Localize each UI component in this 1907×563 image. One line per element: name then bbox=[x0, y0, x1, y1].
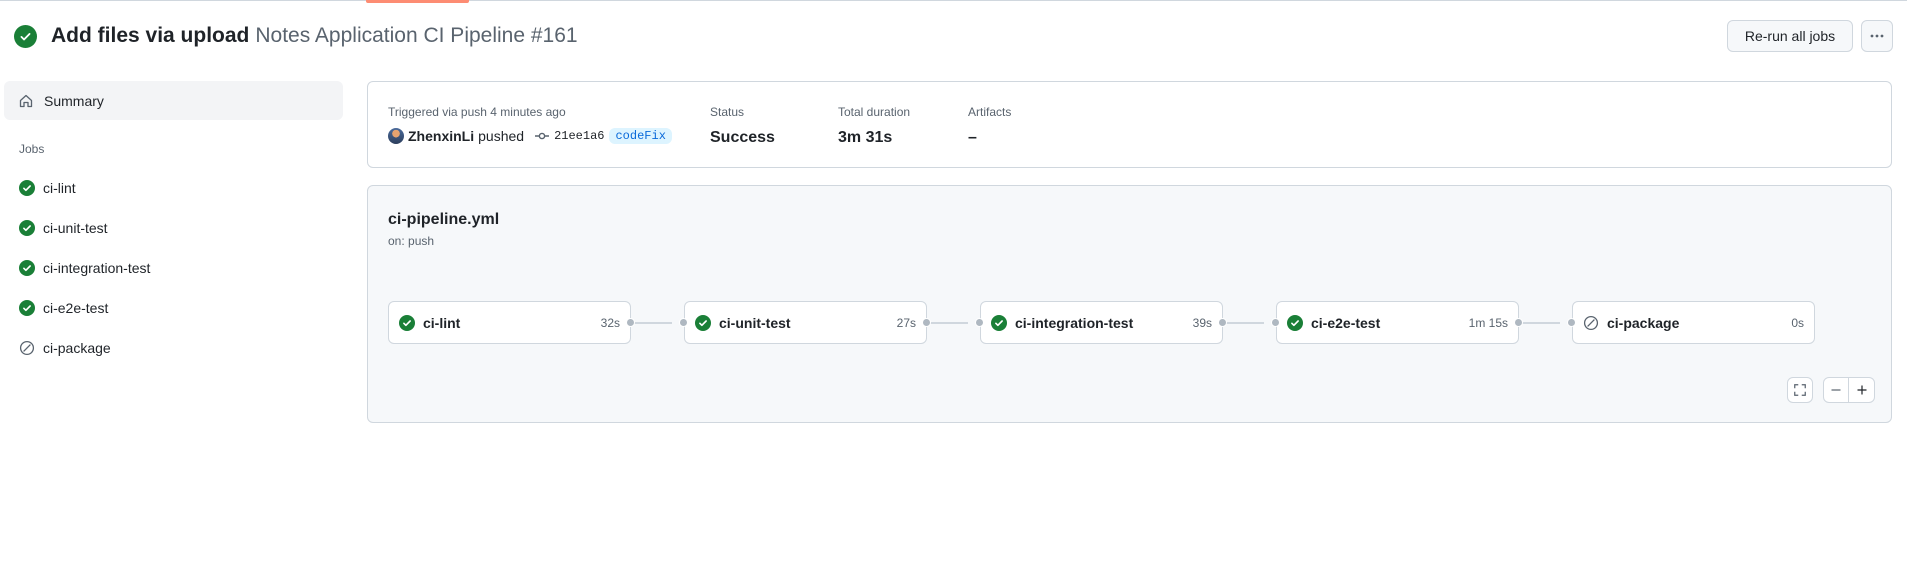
check-circle-icon bbox=[19, 300, 35, 316]
home-icon bbox=[19, 94, 33, 107]
workflow-trigger: on: push bbox=[388, 234, 435, 248]
artifacts-label: Artifacts bbox=[968, 105, 1012, 119]
connector-dot bbox=[975, 318, 984, 327]
node-label: ci-package bbox=[1607, 314, 1680, 331]
graph-zoom-controls bbox=[1787, 377, 1875, 403]
branch-badge[interactable]: codeFix bbox=[609, 128, 672, 144]
rerun-all-jobs-button[interactable]: Re-run all jobs bbox=[1727, 20, 1853, 52]
connector-dot bbox=[1218, 318, 1227, 327]
check-circle-icon bbox=[695, 314, 711, 331]
check-circle-icon bbox=[399, 314, 415, 331]
minus-icon bbox=[1831, 389, 1841, 391]
connector-dot bbox=[679, 318, 688, 327]
zoom-button-group bbox=[1823, 377, 1875, 403]
zoom-out-button[interactable] bbox=[1823, 377, 1849, 403]
check-circle-icon bbox=[991, 314, 1007, 331]
run-title: Add files via upload bbox=[51, 24, 250, 47]
workflow-file-name[interactable]: ci-pipeline.yml bbox=[388, 211, 499, 229]
node-duration: 0s bbox=[1791, 315, 1804, 330]
action-text: pushed bbox=[478, 128, 525, 144]
connector-dot bbox=[1567, 318, 1576, 327]
sidebar-item-label: Summary bbox=[44, 92, 104, 109]
run-header: Add files via upload Notes Application C… bbox=[14, 20, 1893, 52]
job-label: ci-lint bbox=[43, 180, 76, 196]
check-circle-icon bbox=[19, 260, 35, 276]
job-list: ci-lint ci-unit-test ci-integration-test… bbox=[4, 168, 343, 368]
check-circle-icon bbox=[19, 180, 35, 196]
user-link[interactable]: ZhenxinLi bbox=[408, 128, 474, 144]
graph-node-ci-lint[interactable]: ci-lint 32s bbox=[388, 301, 631, 344]
connector-dot bbox=[922, 318, 931, 327]
graph-node-ci-e2e-test[interactable]: ci-e2e-test 1m 15s bbox=[1276, 301, 1519, 344]
node-label: ci-lint bbox=[423, 314, 461, 331]
node-label: ci-unit-test bbox=[719, 314, 791, 331]
status-label: Status bbox=[710, 105, 745, 119]
artifacts-column: Artifacts – bbox=[968, 105, 1011, 147]
skip-icon bbox=[19, 340, 35, 356]
artifacts-value: – bbox=[968, 129, 977, 146]
sidebar-item-ci-integration-test[interactable]: ci-integration-test bbox=[4, 248, 343, 288]
node-label: ci-integration-test bbox=[1015, 314, 1134, 331]
fullscreen-button[interactable] bbox=[1787, 377, 1813, 403]
job-label: ci-integration-test bbox=[43, 260, 151, 276]
node-duration: 32s bbox=[600, 315, 620, 330]
workflow-graph-panel: ci-pipeline.yml on: push ci-lint 32s ci-… bbox=[367, 185, 1892, 423]
graph-node-ci-unit-test[interactable]: ci-unit-test 27s bbox=[684, 301, 927, 344]
run-info-panel: Triggered via push 4 minutes ago Zhenxin… bbox=[367, 81, 1892, 168]
job-label: ci-unit-test bbox=[43, 220, 108, 236]
connector-dot bbox=[1271, 318, 1280, 327]
sidebar-item-ci-e2e-test[interactable]: ci-e2e-test bbox=[4, 288, 343, 328]
graph-node-ci-package[interactable]: ci-package 0s bbox=[1572, 301, 1815, 344]
active-tab-indicator bbox=[366, 0, 469, 3]
sidebar: Summary Jobs ci-lint ci-unit-test ci-int… bbox=[4, 81, 343, 368]
graph-connector bbox=[1518, 322, 1560, 324]
more-options-button[interactable] bbox=[1861, 20, 1893, 52]
graph-connector bbox=[1222, 322, 1264, 324]
run-subtitle: Notes Application CI Pipeline #161 bbox=[255, 24, 578, 47]
check-circle-icon bbox=[19, 220, 35, 236]
status-column: Status Success bbox=[710, 105, 775, 147]
duration-column: Total duration 3m 31s bbox=[838, 105, 910, 147]
graph-node-ci-integration-test[interactable]: ci-integration-test 39s bbox=[980, 301, 1223, 344]
sidebar-item-ci-package[interactable]: ci-package bbox=[4, 328, 343, 368]
zoom-in-button[interactable] bbox=[1849, 377, 1875, 403]
git-commit-icon bbox=[535, 132, 550, 140]
plus-icon bbox=[1857, 385, 1866, 395]
status-value: Success bbox=[710, 129, 775, 146]
kebab-horizontal-icon bbox=[1870, 34, 1884, 38]
commit-sha-link[interactable]: 21ee1a6 bbox=[554, 129, 604, 143]
sidebar-item-ci-unit-test[interactable]: ci-unit-test bbox=[4, 208, 343, 248]
node-duration: 39s bbox=[1192, 315, 1212, 330]
sidebar-item-summary[interactable]: Summary bbox=[4, 81, 343, 120]
connector-dot bbox=[626, 318, 635, 327]
graph-connector bbox=[630, 322, 672, 324]
tab-underline bbox=[0, 0, 1907, 3]
duration-value: 3m 31s bbox=[838, 129, 893, 146]
check-circle-icon bbox=[1287, 314, 1303, 331]
trigger-column: Triggered via push 4 minutes ago Zhenxin… bbox=[388, 105, 672, 144]
jobs-heading: Jobs bbox=[19, 142, 45, 156]
fullscreen-icon bbox=[1794, 384, 1806, 396]
avatar[interactable] bbox=[388, 128, 404, 144]
job-label: ci-package bbox=[43, 340, 111, 356]
duration-label: Total duration bbox=[838, 105, 911, 119]
node-duration: 1m 15s bbox=[1468, 315, 1508, 330]
trigger-details: ZhenxinLi pushed 21ee1a6 codeFix bbox=[388, 128, 672, 144]
node-duration: 27s bbox=[896, 315, 916, 330]
job-label: ci-e2e-test bbox=[43, 300, 109, 316]
connector-dot bbox=[1514, 318, 1523, 327]
check-circle-icon bbox=[14, 24, 37, 48]
trigger-label: Triggered via push 4 minutes ago bbox=[388, 105, 566, 119]
node-label: ci-e2e-test bbox=[1311, 314, 1381, 331]
skip-icon bbox=[1583, 315, 1599, 331]
sidebar-item-ci-lint[interactable]: ci-lint bbox=[4, 168, 343, 208]
graph-connector bbox=[926, 322, 968, 324]
